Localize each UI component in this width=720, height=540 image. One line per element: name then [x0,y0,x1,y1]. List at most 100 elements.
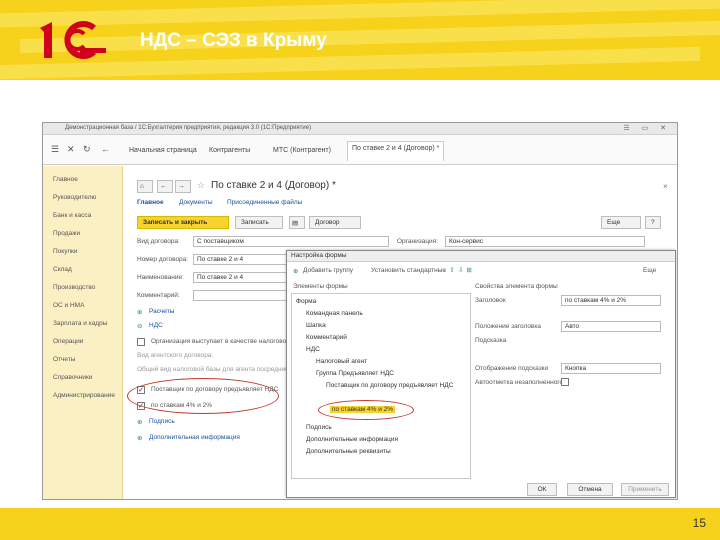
contract-number-label: Номер договора: [137,256,189,263]
window-controls[interactable]: ☰ ▭ ✕ [623,124,671,132]
close-icon[interactable]: × [663,182,668,191]
apply-button[interactable]: Применить [621,483,669,496]
forward-arrow-icon[interactable]: → [175,180,191,193]
sidebar-item-purchases[interactable]: Покупки [53,248,77,255]
expand-extra-icon[interactable]: ⊕ [137,434,142,442]
extra-info-link[interactable]: Дополнительная информация [149,434,240,441]
more-button[interactable]: Еще [601,216,641,229]
print-link[interactable]: Подпись [149,418,175,425]
highlight-ellipse-tree [318,400,414,420]
help-button[interactable]: ? [645,216,661,229]
tabs-bar: ☰ ✕ ↻ ← Начальная страница Контрагенты М… [43,135,677,165]
document-icon[interactable]: ▤ [289,216,305,229]
page-number: 15 [692,516,706,530]
close-icon[interactable]: ✕ [67,144,75,155]
comment-field[interactable] [193,290,289,301]
tab-start[interactable]: Начальная страница [125,144,201,164]
contract-name-label: Наименование: [137,274,184,281]
doc-title: По ставке 2 и 4 (Договор) * [211,180,336,191]
sidebar-item-directories[interactable]: Справочники [53,374,92,381]
tab-contract[interactable]: По ставке 2 и 4 (Договор) * [347,141,445,161]
move-arrows-icon[interactable]: ↑↓⇧⇩⊞ [437,266,475,274]
tree-extra-props[interactable]: Дополнительные реквизиты [306,448,391,455]
properties-panel: Заголовок по ставкам 4% и 2% Положение з… [473,293,671,479]
tab-contractors[interactable]: Контрагенты [205,144,254,164]
sidebar: Главное Руководителю Банк и касса Продаж… [43,166,123,499]
subtab-documents[interactable]: Документы [179,199,213,206]
contract-form: ⌂ ← → ☆ По ставке 2 и 4 (Договор) * × Гл… [123,166,677,499]
sidebar-item-salary[interactable]: Зарплата и кадры [53,320,107,327]
dialog-more-button[interactable]: Еще [643,267,656,274]
sidebar-item-warehouse[interactable]: Склад [53,266,72,273]
back-icon[interactable]: ← [101,144,110,154]
tree-form[interactable]: Форма [296,298,316,305]
sidebar-item-operations[interactable]: Операции [53,338,83,345]
contract-button[interactable]: Договор [309,216,361,229]
organization-label: Организация: [397,238,439,245]
tree-header: Элементы формы [293,283,348,290]
1c-logo [36,18,124,62]
sidebar-item-main[interactable]: Главное [53,176,78,183]
highlight-ellipse-left [127,378,279,414]
save-button[interactable]: Записать [235,216,283,229]
base-note: Общий вид налоговой базы для агента поср… [137,366,292,373]
prop-autocheck-label: Автоотметка незаполненного [475,379,564,386]
agent-checkbox[interactable] [137,338,145,346]
contract-type-label: Вид договора: [137,238,180,245]
expand-print-icon[interactable]: ⊕ [137,418,142,426]
collapse-icon[interactable]: ⊖ [137,322,142,330]
sidebar-item-sales[interactable]: Продажи [53,230,80,237]
expand-icon[interactable]: ⊕ [137,308,142,316]
sidebar-item-reports[interactable]: Отчеты [53,356,75,363]
save-close-button[interactable]: Записать и закрыть [137,216,229,229]
ok-button[interactable]: ОК [527,483,557,496]
subtab-files[interactable]: Присоединенные файлы [227,199,302,206]
sidebar-item-manager[interactable]: Руководителю [53,194,96,201]
home-icon[interactable]: ⌂ [137,180,153,193]
tree-extra-info[interactable]: Дополнительные информация [306,436,398,443]
tree-comment[interactable]: Комментарий [306,334,347,341]
history-icon[interactable]: ↻ [83,144,91,155]
tree-supplier-vat[interactable]: Поставщик по договору предъявляет НДС [326,382,466,389]
add-group-button[interactable]: Добавить группу [303,267,353,274]
prices-link[interactable]: Расчеты [149,308,174,315]
back-arrow-icon[interactable]: ← [157,180,173,193]
tree-command-panel[interactable]: Командная панель [306,310,363,317]
footer-bar: 15 [0,508,720,540]
prop-position-field[interactable]: Авто [561,321,661,332]
prop-autocheck-checkbox[interactable] [561,378,569,386]
cancel-button[interactable]: Отмена [567,483,613,496]
tree-vat-group[interactable]: Группа Предъявляет НДС [316,370,394,377]
slide-title: НДС – СЭЗ в Крыму [140,30,327,51]
tree-tax-agent[interactable]: Налоговый агент [316,358,367,365]
contract-type-field[interactable]: С поставщиком [193,236,389,247]
star-icon[interactable]: ☆ [197,180,205,191]
prop-hint-display-label: Отображение подсказки [475,365,549,372]
vat-link[interactable]: НДС [149,322,163,329]
add-icon[interactable]: ⊕ [293,267,298,275]
dialog-title: Настройка формы [287,251,675,262]
restore-button[interactable]: Установить стандартные [371,267,446,274]
contract-number-field[interactable]: По ставке 2 и 4 [193,254,289,265]
tree-vat[interactable]: НДС [306,346,320,353]
header-banner: НДС – СЭЗ в Крыму [0,0,720,80]
tab-mts[interactable]: МТС (Контрагент) [269,144,335,164]
comment-label: Комментарий: [137,292,180,299]
organization-field[interactable]: Кон-сервис [445,236,645,247]
prop-position-label: Положение заголовка [475,323,541,330]
sidebar-item-production[interactable]: Производство [53,284,95,291]
elements-tree: Форма Командная панель Шапка Комментарий… [291,293,471,479]
tree-signature[interactable]: Подпись [306,424,332,431]
agent-type-label: Вид агентского договора: [137,352,214,359]
sidebar-item-admin[interactable]: Администрирование [53,392,115,399]
prop-caption-field[interactable]: по ставкам 4% и 2% [561,295,661,306]
menu-icon[interactable]: ☰ [51,144,59,155]
sidebar-item-assets[interactable]: ОС и НМА [53,302,84,309]
contract-name-field[interactable]: По ставке 2 и 4 [193,272,289,283]
sidebar-item-bank[interactable]: Банк и касса [53,212,91,219]
window-titlebar: Демонстрационная база / 1С:Бухгалтерия п… [43,123,677,135]
tree-header-group[interactable]: Шапка [306,322,326,329]
subtab-main[interactable]: Главное [137,199,164,206]
prop-hint-display-field[interactable]: Кнопка [561,363,661,374]
slide: НДС – СЭЗ в Крыму Демонстрационная база … [0,0,720,540]
